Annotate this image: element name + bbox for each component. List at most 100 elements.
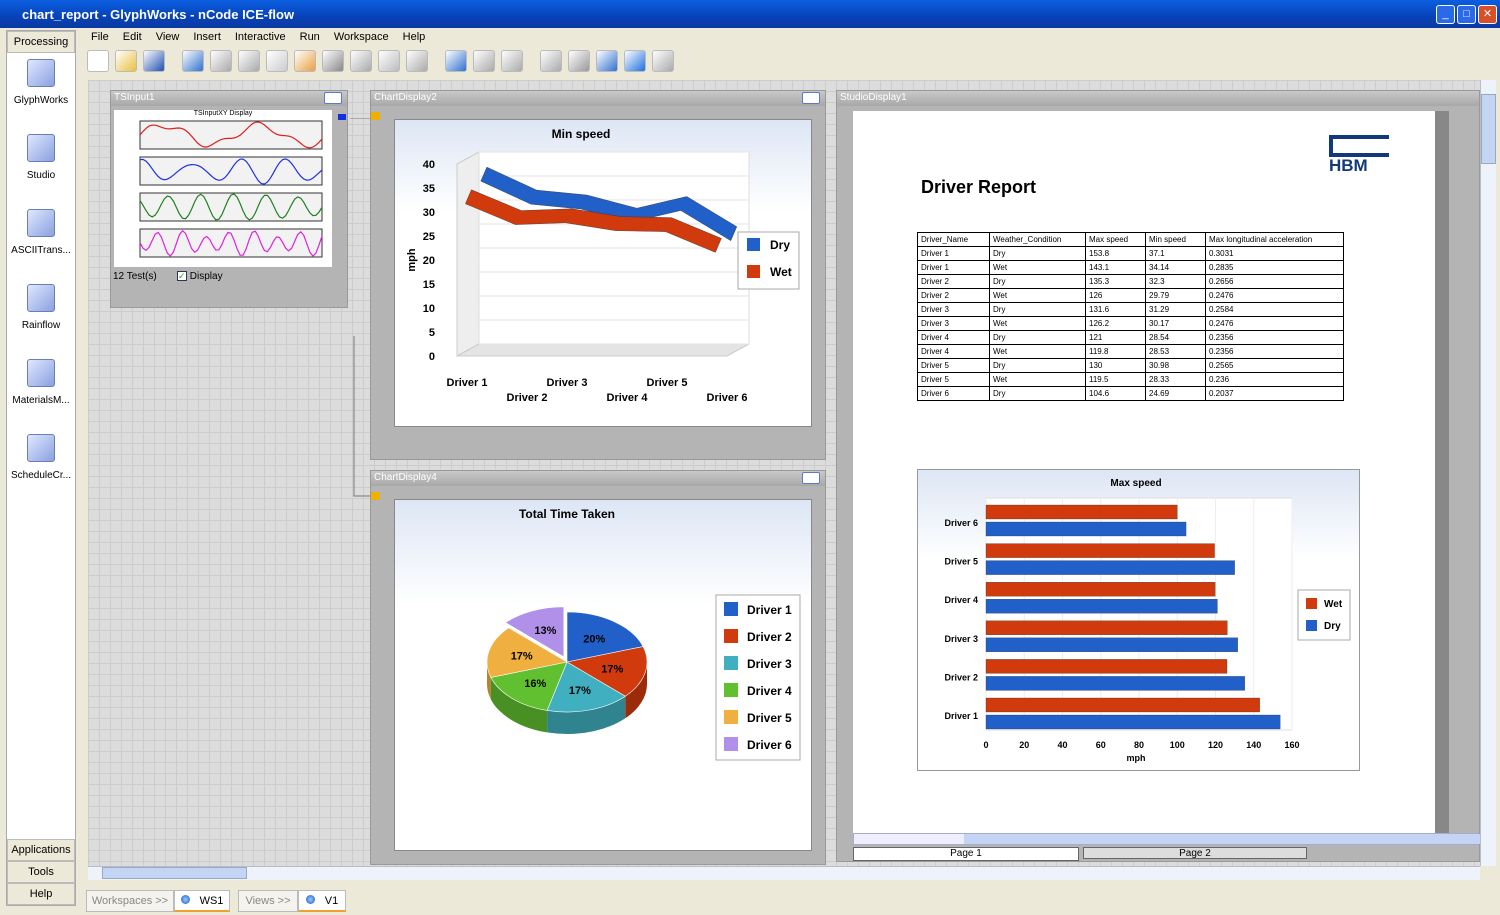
tab-page-1[interactable]: Page 1 xyxy=(853,847,1079,861)
bar-wet xyxy=(985,582,1216,597)
vertical-scrollbar[interactable] xyxy=(1480,80,1496,866)
close-button[interactable]: ✕ xyxy=(1478,5,1497,24)
sidebar-item-rainflow[interactable]: Rainflow xyxy=(7,284,75,353)
menu-help[interactable]: Help xyxy=(403,31,426,43)
test-count: 12 Test(s) xyxy=(113,271,157,282)
table-cell: Dry xyxy=(989,246,1086,261)
redo-icon[interactable] xyxy=(210,50,232,72)
input-port[interactable] xyxy=(371,112,380,120)
workspaces-button[interactable]: Workspaces >> xyxy=(86,890,174,912)
menu-view[interactable]: View xyxy=(156,31,180,43)
menu-run[interactable]: Run xyxy=(300,31,320,43)
refresh-icon[interactable] xyxy=(406,50,428,72)
y-tick-label: 40 xyxy=(423,159,435,171)
menu-workspace[interactable]: Workspace xyxy=(334,31,389,43)
undo-icon[interactable] xyxy=(182,50,204,72)
chartdisplay4-panel[interactable]: ChartDisplay4 Total Time Taken 20% 17% 17% 1… xyxy=(370,470,826,865)
sidebar-tools[interactable]: Tools xyxy=(7,861,75,883)
chart-side-wall xyxy=(456,151,480,357)
panel-maximize-button[interactable] xyxy=(802,92,820,104)
copy-icon[interactable] xyxy=(266,50,288,72)
y-tick-label: 15 xyxy=(423,279,435,291)
legend-swatch xyxy=(724,656,738,670)
x-tick-label: Driver 2 xyxy=(507,392,548,404)
display-checkbox[interactable]: ✓ Display xyxy=(177,271,223,282)
menu-edit[interactable]: Edit xyxy=(123,31,142,43)
studiodisplay-panel[interactable]: StudioDisplay1 HBM Driver Report Driver_… xyxy=(836,90,1480,862)
sidebar-item-schedulecr[interactable]: ScheduleCr... xyxy=(7,434,75,503)
sidebar-item-glyphworks[interactable]: GlyphWorks xyxy=(7,59,75,128)
table-cell: Driver 1 xyxy=(917,260,990,275)
tab-ws1[interactable]: WS1 xyxy=(174,890,230,912)
panel-title: StudioDisplay1 xyxy=(837,91,1479,106)
sidebar-item-studio[interactable]: Studio xyxy=(7,134,75,203)
pause-icon[interactable] xyxy=(652,50,674,72)
y-tick-label: Driver 1 xyxy=(944,711,978,721)
open-icon[interactable] xyxy=(115,50,137,72)
legend-label: Driver 1 xyxy=(747,603,792,617)
sidebar-header-processing[interactable]: Processing xyxy=(7,31,75,53)
x-tick-label: 0 xyxy=(983,740,988,750)
step-down-icon[interactable] xyxy=(445,50,467,72)
horizontal-scrollbar[interactable] xyxy=(88,866,1480,880)
settings-icon[interactable] xyxy=(350,50,372,72)
bar-dry xyxy=(985,676,1245,691)
legend-swatch xyxy=(747,238,760,251)
menu-interactive[interactable]: Interactive xyxy=(235,31,286,43)
report-hscrollbar[interactable] xyxy=(853,833,1480,845)
maximize-button[interactable]: □ xyxy=(1457,5,1476,24)
chartdisplay2-panel[interactable]: ChartDisplay2 Min speed 0 5 10 15 20 25 30 35 40 m… xyxy=(370,90,826,460)
driver-table: Driver_Name Weather_Condition Max speed Min… xyxy=(917,232,1344,401)
table-cell: Driver 5 xyxy=(917,358,990,373)
sidebar-item-asciitrans[interactable]: ASCIITrans... xyxy=(7,209,75,278)
sidebar-item-label: ScheduleCr... xyxy=(10,470,72,481)
cut-icon[interactable] xyxy=(238,50,260,72)
y-tick-label: 0 xyxy=(429,351,435,363)
table-cell: 0.2356 xyxy=(1205,344,1344,359)
bar-wet xyxy=(985,620,1228,635)
sidebar: Processing GlyphWorks Studio ASCIITrans...… xyxy=(6,30,76,906)
input-port[interactable] xyxy=(371,492,380,500)
properties-icon[interactable] xyxy=(378,50,400,72)
x-tick-label: Driver 6 xyxy=(707,392,748,404)
output-port[interactable] xyxy=(338,114,346,120)
minimize-button[interactable]: _ xyxy=(1436,5,1455,24)
table-cell: 28.33 xyxy=(1145,372,1206,387)
menu-insert[interactable]: Insert xyxy=(193,31,221,43)
tab-v1[interactable]: V1 xyxy=(298,890,346,912)
page-gutter xyxy=(1435,111,1449,833)
views-button[interactable]: Views >> xyxy=(238,890,298,912)
save-icon[interactable] xyxy=(143,50,165,72)
pie-label: 20% xyxy=(583,634,605,646)
tab-page-2[interactable]: Page 2 xyxy=(1083,847,1307,859)
table-row: Driver 4 Wet 119.8 28.53 0.2356 xyxy=(917,344,1344,359)
stop-icon[interactable] xyxy=(568,50,590,72)
table-row: Driver 2 Dry 135.3 32.3 0.2656 xyxy=(917,274,1344,289)
panel-maximize-button[interactable] xyxy=(802,472,820,484)
menu-file[interactable]: File xyxy=(91,31,109,43)
table-cell: 131.6 xyxy=(1085,302,1146,317)
step-run-icon[interactable] xyxy=(596,50,618,72)
x-tick-label: Driver 1 xyxy=(447,377,488,389)
sidebar-help[interactable]: Help xyxy=(7,883,75,905)
x-tick-label: Driver 5 xyxy=(647,377,688,389)
legend-label: Dry xyxy=(1324,621,1341,632)
x-tick-label: 80 xyxy=(1134,740,1144,750)
window-title: chart_report - GlyphWorks - nCode ICE-fl… xyxy=(22,7,295,22)
new-icon[interactable] xyxy=(87,50,109,72)
table-cell: Dry xyxy=(989,302,1086,317)
column-header: Driver_Name xyxy=(917,232,990,247)
panel-maximize-button[interactable] xyxy=(324,92,342,104)
tab-label: WS1 xyxy=(199,895,224,907)
sidebar-item-materialsm[interactable]: MaterialsM... xyxy=(7,359,75,428)
play-icon[interactable] xyxy=(624,50,646,72)
sidebar-applications[interactable]: Applications xyxy=(7,839,75,861)
tsinput-panel[interactable]: TSInput1 TSInputXY Display 12 Test(s) ✓ … xyxy=(110,90,348,308)
fast-forward-icon[interactable] xyxy=(501,50,523,72)
legend-label: Driver 4 xyxy=(747,684,792,698)
panel-title: ChartDisplay2 xyxy=(371,91,825,106)
rewind-icon[interactable] xyxy=(540,50,562,72)
step-icon[interactable] xyxy=(473,50,495,72)
delete-icon[interactable] xyxy=(322,50,344,72)
paste-icon[interactable] xyxy=(294,50,316,72)
